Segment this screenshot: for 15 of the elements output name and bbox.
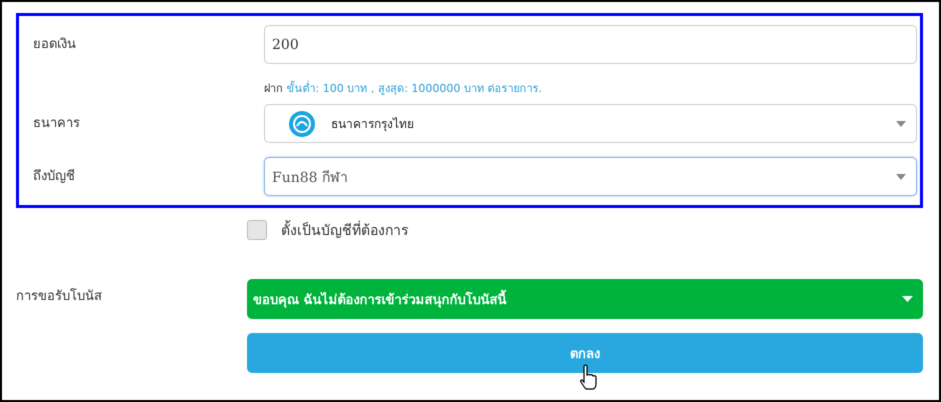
hand-cursor-icon [578,364,598,390]
bank-logo-icon [289,110,315,136]
field-label: ธนาคาร [33,115,81,133]
caret-icon [896,120,906,126]
limit-hint: ฝาก ขั้นต่ำ: 100 บาท，สูงสุด: 1000000 บาท ต่อรายการ. [264,80,543,97]
checkbox[interactable] [247,220,267,240]
field-label: การขอรับโบนัส [16,287,103,306]
field-label: ถึงบัญชี [33,168,76,186]
field-label: ยอดเงิน [33,36,77,54]
caret-icon [902,296,913,302]
bank-select[interactable]: ธนาคารกรุงไทย [264,104,917,143]
account-select[interactable]: Fun88 กีฬา [264,157,917,196]
caret-icon [896,174,906,180]
checkbox-label: ตั้งเป็นบัญชีที่ต้องการ [281,219,409,241]
amount-field[interactable]: 200 [264,25,917,64]
